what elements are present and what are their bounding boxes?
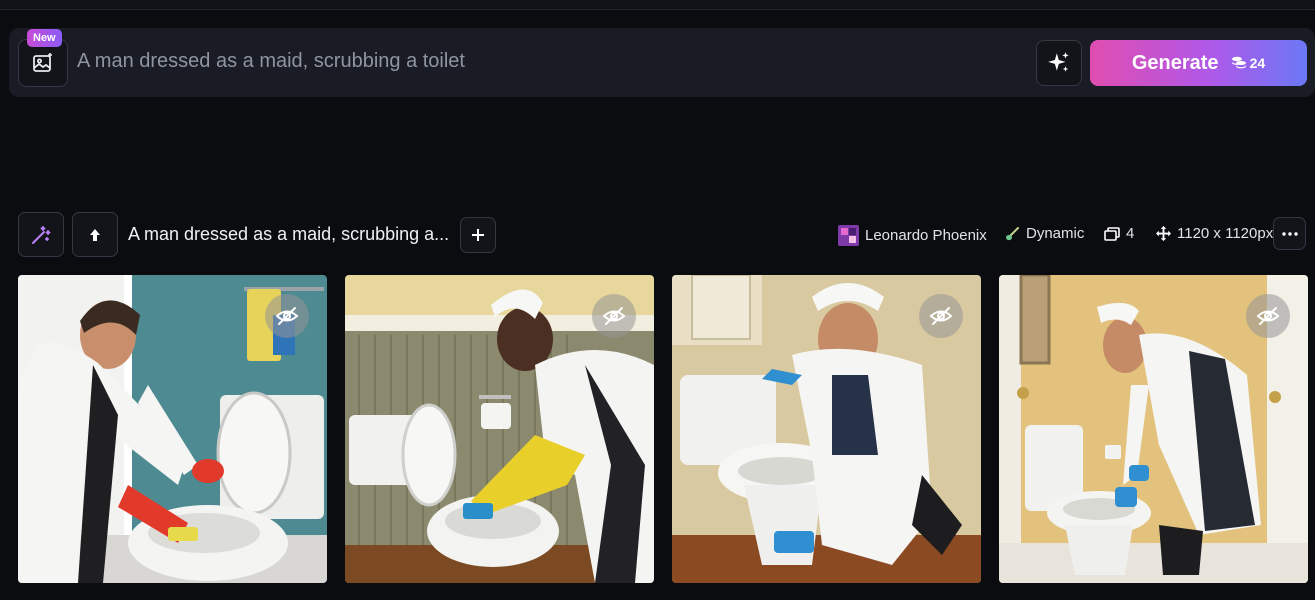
top-nav-strip	[0, 0, 1315, 10]
style-brush-icon	[1006, 226, 1019, 240]
remix-button[interactable]	[18, 212, 64, 257]
move-arrows-icon	[1156, 226, 1171, 241]
coins-icon	[1231, 56, 1246, 69]
add-prompt-button[interactable]	[460, 217, 496, 253]
eye-off-icon	[602, 307, 626, 325]
generated-image-4[interactable]	[999, 275, 1308, 583]
model-thumbnail-icon	[838, 225, 859, 246]
prompt-enhance-button[interactable]	[1036, 40, 1082, 86]
generation-title: A man dressed as a maid, scrubbing a...	[128, 224, 450, 244]
magic-wand-icon	[32, 225, 51, 244]
generated-image-2[interactable]	[345, 275, 654, 583]
plus-icon	[472, 229, 484, 241]
hide-image-button[interactable]	[592, 294, 636, 338]
model-info: Leonardo Phoenix	[838, 225, 987, 246]
model-name: Leonardo Phoenix	[865, 227, 987, 244]
image-gallery	[18, 275, 1315, 583]
more-dots-icon	[1281, 231, 1298, 236]
eye-off-icon	[1256, 307, 1280, 325]
prompt-bar: New A man dressed as a maid, scrubbing a…	[9, 28, 1315, 97]
image-sparkle-icon	[33, 53, 52, 72]
images-stack-icon	[1104, 226, 1120, 241]
style-info: Dynamic	[1004, 225, 1084, 242]
eye-off-icon	[275, 307, 299, 325]
hide-image-button[interactable]	[919, 294, 963, 338]
new-badge: New	[27, 29, 62, 47]
arrow-up-icon	[90, 228, 100, 241]
image-count: 4	[1126, 225, 1135, 242]
more-options-button[interactable]	[1273, 217, 1306, 250]
generated-image-1[interactable]	[18, 275, 327, 583]
generate-button[interactable]: Generate 24	[1090, 40, 1307, 86]
eye-off-icon	[929, 307, 953, 325]
dimensions: 1120 x 1120px	[1177, 225, 1274, 242]
hide-image-button[interactable]	[1246, 294, 1290, 338]
image-count-info: 4	[1104, 225, 1134, 242]
upscale-button[interactable]	[72, 212, 118, 257]
dimensions-info: 1120 x 1120px	[1156, 225, 1273, 242]
token-count: 24	[1249, 55, 1266, 71]
generated-image-3[interactable]	[672, 275, 981, 583]
generate-label: Generate	[1131, 51, 1219, 74]
generation-header: A man dressed as a maid, scrubbing a... …	[18, 212, 1306, 257]
style-name: Dynamic	[1026, 225, 1085, 242]
token-cost: 24	[1231, 55, 1266, 71]
hide-image-button[interactable]	[265, 294, 309, 338]
sparkles-icon	[1048, 52, 1069, 72]
prompt-input[interactable]: A man dressed as a maid, scrubbing a toi…	[77, 50, 465, 73]
